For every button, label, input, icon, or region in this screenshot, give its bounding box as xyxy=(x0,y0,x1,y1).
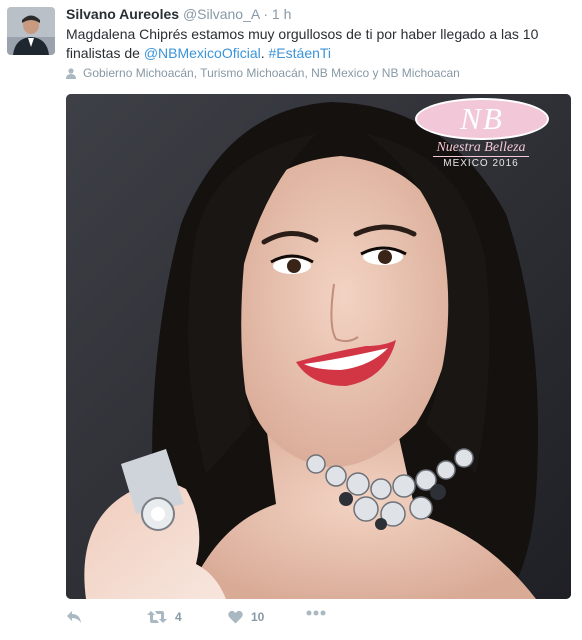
header-separator: · xyxy=(263,6,269,22)
like-button[interactable]: 10 xyxy=(228,610,264,624)
logo-subtitle: MEXICO 2016 xyxy=(443,158,519,169)
logo-initials: NB xyxy=(415,98,549,140)
reply-icon xyxy=(67,611,81,623)
tagged-people-row[interactable]: Gobierno Michoacán, Turismo Michoacán, N… xyxy=(66,66,460,80)
heart-icon xyxy=(228,610,243,624)
tweet-actions: 4 10 xyxy=(66,610,366,630)
retweet-icon xyxy=(147,611,167,623)
retweet-count: 4 xyxy=(175,610,182,624)
more-icon xyxy=(306,610,326,616)
tweet-header: Silvano Aureoles @Silvano_A · 1 h xyxy=(66,6,291,22)
tweet-text-middle: . xyxy=(260,45,269,61)
hashtag-link[interactable]: #EstáenTi xyxy=(269,45,332,61)
avatar[interactable] xyxy=(7,7,55,55)
tagged-people-text: Gobierno Michoacán, Turismo Michoacán, N… xyxy=(83,66,460,80)
more-button[interactable] xyxy=(306,610,326,616)
reply-button[interactable] xyxy=(66,610,82,624)
logo-divider xyxy=(433,156,529,157)
tweet-timestamp[interactable]: 1 h xyxy=(272,6,291,22)
like-count: 10 xyxy=(251,610,265,624)
logo-title: Nuestra Belleza xyxy=(436,140,526,155)
author-name[interactable]: Silvano Aureoles xyxy=(66,6,179,22)
person-tag-icon xyxy=(66,67,76,79)
nuestra-belleza-logo: NB Nuestra Belleza MEXICO 2016 xyxy=(413,96,549,174)
tweet-media-photo[interactable]: NB Nuestra Belleza MEXICO 2016 xyxy=(66,94,571,599)
mention-link[interactable]: @NBMexicoOficial xyxy=(144,45,261,61)
author-handle[interactable]: @Silvano_A xyxy=(183,6,259,22)
avatar-photo xyxy=(7,7,55,55)
retweet-button[interactable]: 4 xyxy=(147,610,182,624)
tweet-text: Magdalena Chiprés estamos muy orgullosos… xyxy=(66,25,566,63)
